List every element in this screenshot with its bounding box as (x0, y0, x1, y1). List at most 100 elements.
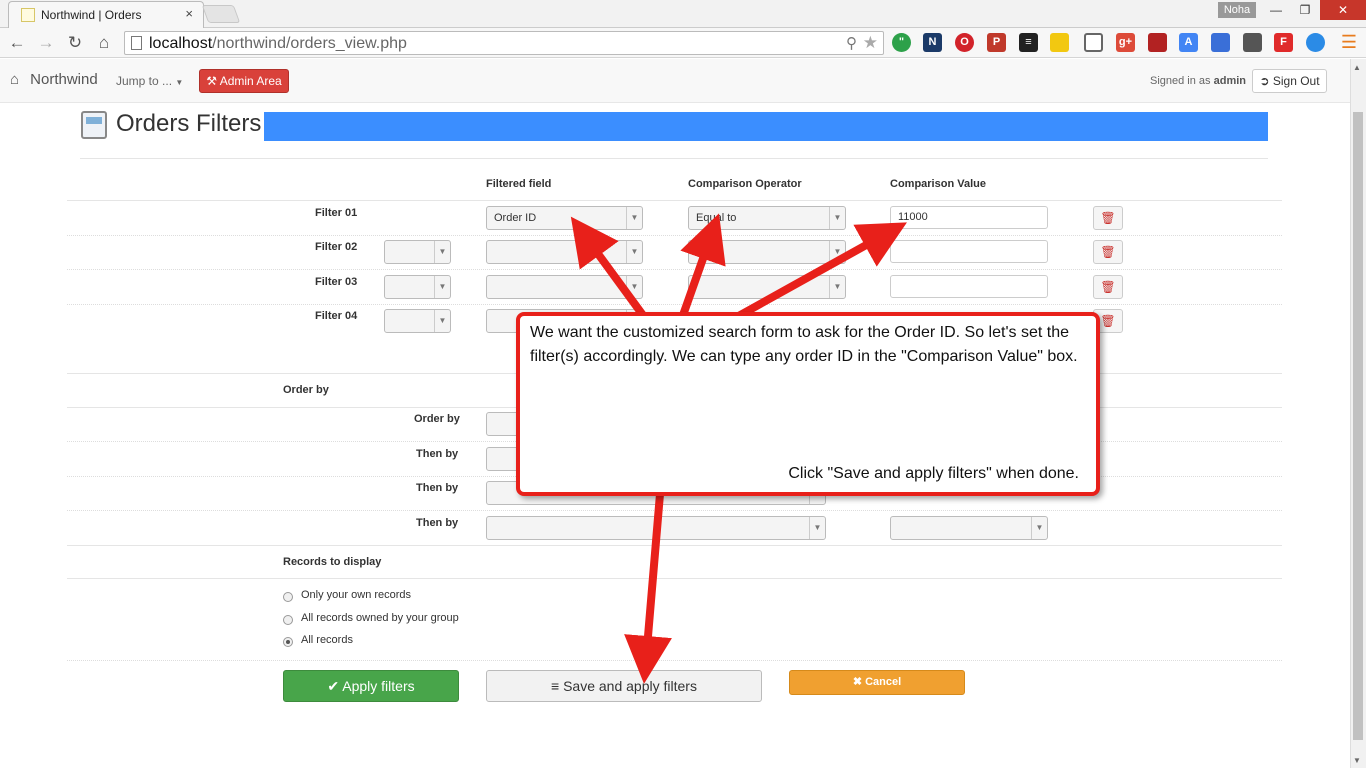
filter-02-join-select[interactable] (384, 240, 451, 264)
home-icon[interactable]: ⌂ (93, 32, 115, 54)
signed-in-status: Signed in as admin (1150, 75, 1246, 87)
book-extension-icon[interactable] (1148, 33, 1167, 52)
flipboard-extension-icon[interactable]: F (1274, 33, 1293, 52)
tab-title: Northwind | Orders (41, 8, 142, 22)
url-host: localhost (149, 35, 213, 52)
cast-extension-icon[interactable] (1084, 33, 1103, 52)
notes-extension-icon[interactable] (1050, 33, 1069, 52)
callout-text: We want the customized search form to as… (530, 324, 1078, 365)
then-by-2-label: Then by (416, 482, 459, 494)
cancel-label: Cancel (865, 676, 902, 688)
n-extension-icon[interactable]: N (923, 33, 942, 52)
new-tab-button[interactable] (201, 5, 241, 23)
forward-icon[interactable]: → (35, 32, 57, 54)
radio-own-records[interactable] (283, 592, 293, 602)
jump-to-label: Jump to ... (116, 74, 173, 88)
brand-home-icon: ⌂ (10, 71, 20, 88)
apply-filters-button[interactable]: ✔ Apply filters (283, 670, 459, 702)
bookmark-star-icon[interactable]: ★ (863, 33, 878, 53)
profile-name[interactable]: Noha (1218, 2, 1256, 18)
back-icon[interactable]: ← (6, 32, 28, 54)
filter-02-value-input[interactable] (890, 240, 1048, 263)
trash-icon: 🗑 (1100, 314, 1116, 328)
filter-01-delete-button[interactable]: 🗑 (1093, 206, 1123, 230)
buffer-extension-icon[interactable]: ≡ (1019, 33, 1038, 52)
address-bar[interactable]: localhost/northwind/orders_view.php ⚲ ★ (124, 31, 884, 55)
window-close-icon[interactable]: ✕ (1320, 0, 1366, 20)
title-highlight-bar (264, 112, 1268, 141)
filter-01-value-input[interactable]: 11000 (890, 206, 1048, 229)
filter-02-delete-button[interactable]: 🗑 (1093, 240, 1123, 264)
wrench-icon: ⚒ (206, 74, 218, 88)
signed-in-prefix: Signed in as (1150, 75, 1211, 87)
blocked-extension-icon[interactable] (1211, 33, 1230, 52)
opera-extension-icon[interactable]: O (955, 33, 974, 52)
filter-03-value-input[interactable] (890, 275, 1048, 298)
browser-menu-icon[interactable]: ☰ (1340, 33, 1358, 53)
zoom-icon[interactable]: ⚲ (846, 34, 857, 52)
google-plus-extension-icon[interactable]: g+ (1116, 33, 1135, 52)
translate-extension-icon[interactable]: A (1179, 33, 1198, 52)
save-and-apply-filters-button[interactable]: ≡ Save and apply filters (486, 670, 762, 702)
list-icon: ≡ (551, 678, 560, 694)
scroll-thumb[interactable] (1353, 112, 1363, 740)
scroll-up-arrow-icon[interactable]: ▲ (1353, 63, 1361, 72)
hangouts-extension-icon[interactable]: " (892, 33, 911, 52)
cloud-extension-icon[interactable] (1306, 33, 1325, 52)
signed-in-user: admin (1213, 75, 1247, 87)
radio-group-records[interactable] (283, 615, 293, 625)
reload-icon[interactable]: ↻ (64, 32, 86, 54)
divider (67, 304, 1282, 305)
radio-all-records-label[interactable]: All records (301, 634, 353, 646)
filter-02-operator-select[interactable] (688, 240, 846, 264)
address-url[interactable]: localhost/northwind/orders_view.php (149, 35, 407, 53)
filter-03-join-select[interactable] (384, 275, 451, 299)
filter-04-label: Filter 04 (315, 310, 358, 322)
radio-all-records[interactable] (283, 637, 293, 647)
divider (67, 660, 1282, 661)
filter-03-operator-select[interactable] (688, 275, 846, 299)
radio-group-records-label[interactable]: All records owned by your group (301, 612, 459, 624)
page-favicon-icon (21, 8, 35, 22)
trash-icon: 🗑 (1100, 245, 1116, 259)
filter-04-join-select[interactable] (384, 309, 451, 333)
sign-out-icon: ➲ (1259, 74, 1270, 88)
then-by-3-field-select[interactable] (486, 516, 826, 540)
filter-03-field-select[interactable] (486, 275, 643, 299)
then-by-3-direction-select[interactable] (890, 516, 1048, 540)
filter-03-delete-button[interactable]: 🗑 (1093, 275, 1123, 299)
check-icon: ✔ (327, 678, 340, 694)
cash-register-icon (81, 111, 107, 139)
then-by-3-label: Then by (416, 517, 459, 529)
order-by-label: Order by (414, 413, 460, 425)
admin-area-button[interactable]: ⚒ Admin Area (199, 69, 289, 93)
sign-out-button[interactable]: ➲ Sign Out (1252, 69, 1327, 93)
url-path: /northwind/orders_view.php (212, 35, 407, 52)
filter-02-label: Filter 02 (315, 241, 358, 253)
page-icon (131, 36, 142, 50)
pdf-extension-icon[interactable]: P (987, 33, 1006, 52)
divider (67, 200, 1282, 201)
divider (67, 269, 1282, 270)
filtered-field-header: Filtered field (486, 178, 552, 190)
save-and-apply-label: Save and apply filters (563, 678, 697, 694)
filter-01-field-select[interactable]: Order ID (486, 206, 643, 230)
browser-tab[interactable]: Northwind | Orders × (8, 1, 204, 28)
x-icon: ✖ (852, 676, 863, 688)
restore-icon[interactable]: ❐ (1291, 0, 1319, 20)
records-section-label: Records to display (283, 556, 382, 568)
printer-extension-icon[interactable] (1243, 33, 1262, 52)
filter-01-operator-select[interactable]: Equal to (688, 206, 846, 230)
tab-close-icon[interactable]: × (185, 6, 193, 21)
then-by-1-label: Then by (416, 448, 459, 460)
apply-filters-label: Apply filters (342, 678, 415, 694)
cancel-button[interactable]: ✖ Cancel (789, 670, 965, 695)
trash-icon: 🗑 (1100, 280, 1116, 294)
filter-02-field-select[interactable] (486, 240, 643, 264)
minimize-icon[interactable]: — (1262, 0, 1290, 20)
brand-label: Northwind (30, 71, 98, 88)
brand-link[interactable]: ⌂ Northwind (10, 71, 98, 88)
scroll-down-arrow-icon[interactable]: ▼ (1353, 756, 1361, 765)
radio-own-records-label[interactable]: Only your own records (301, 589, 411, 601)
jump-to-menu[interactable]: Jump to ... ▼ (116, 74, 183, 88)
